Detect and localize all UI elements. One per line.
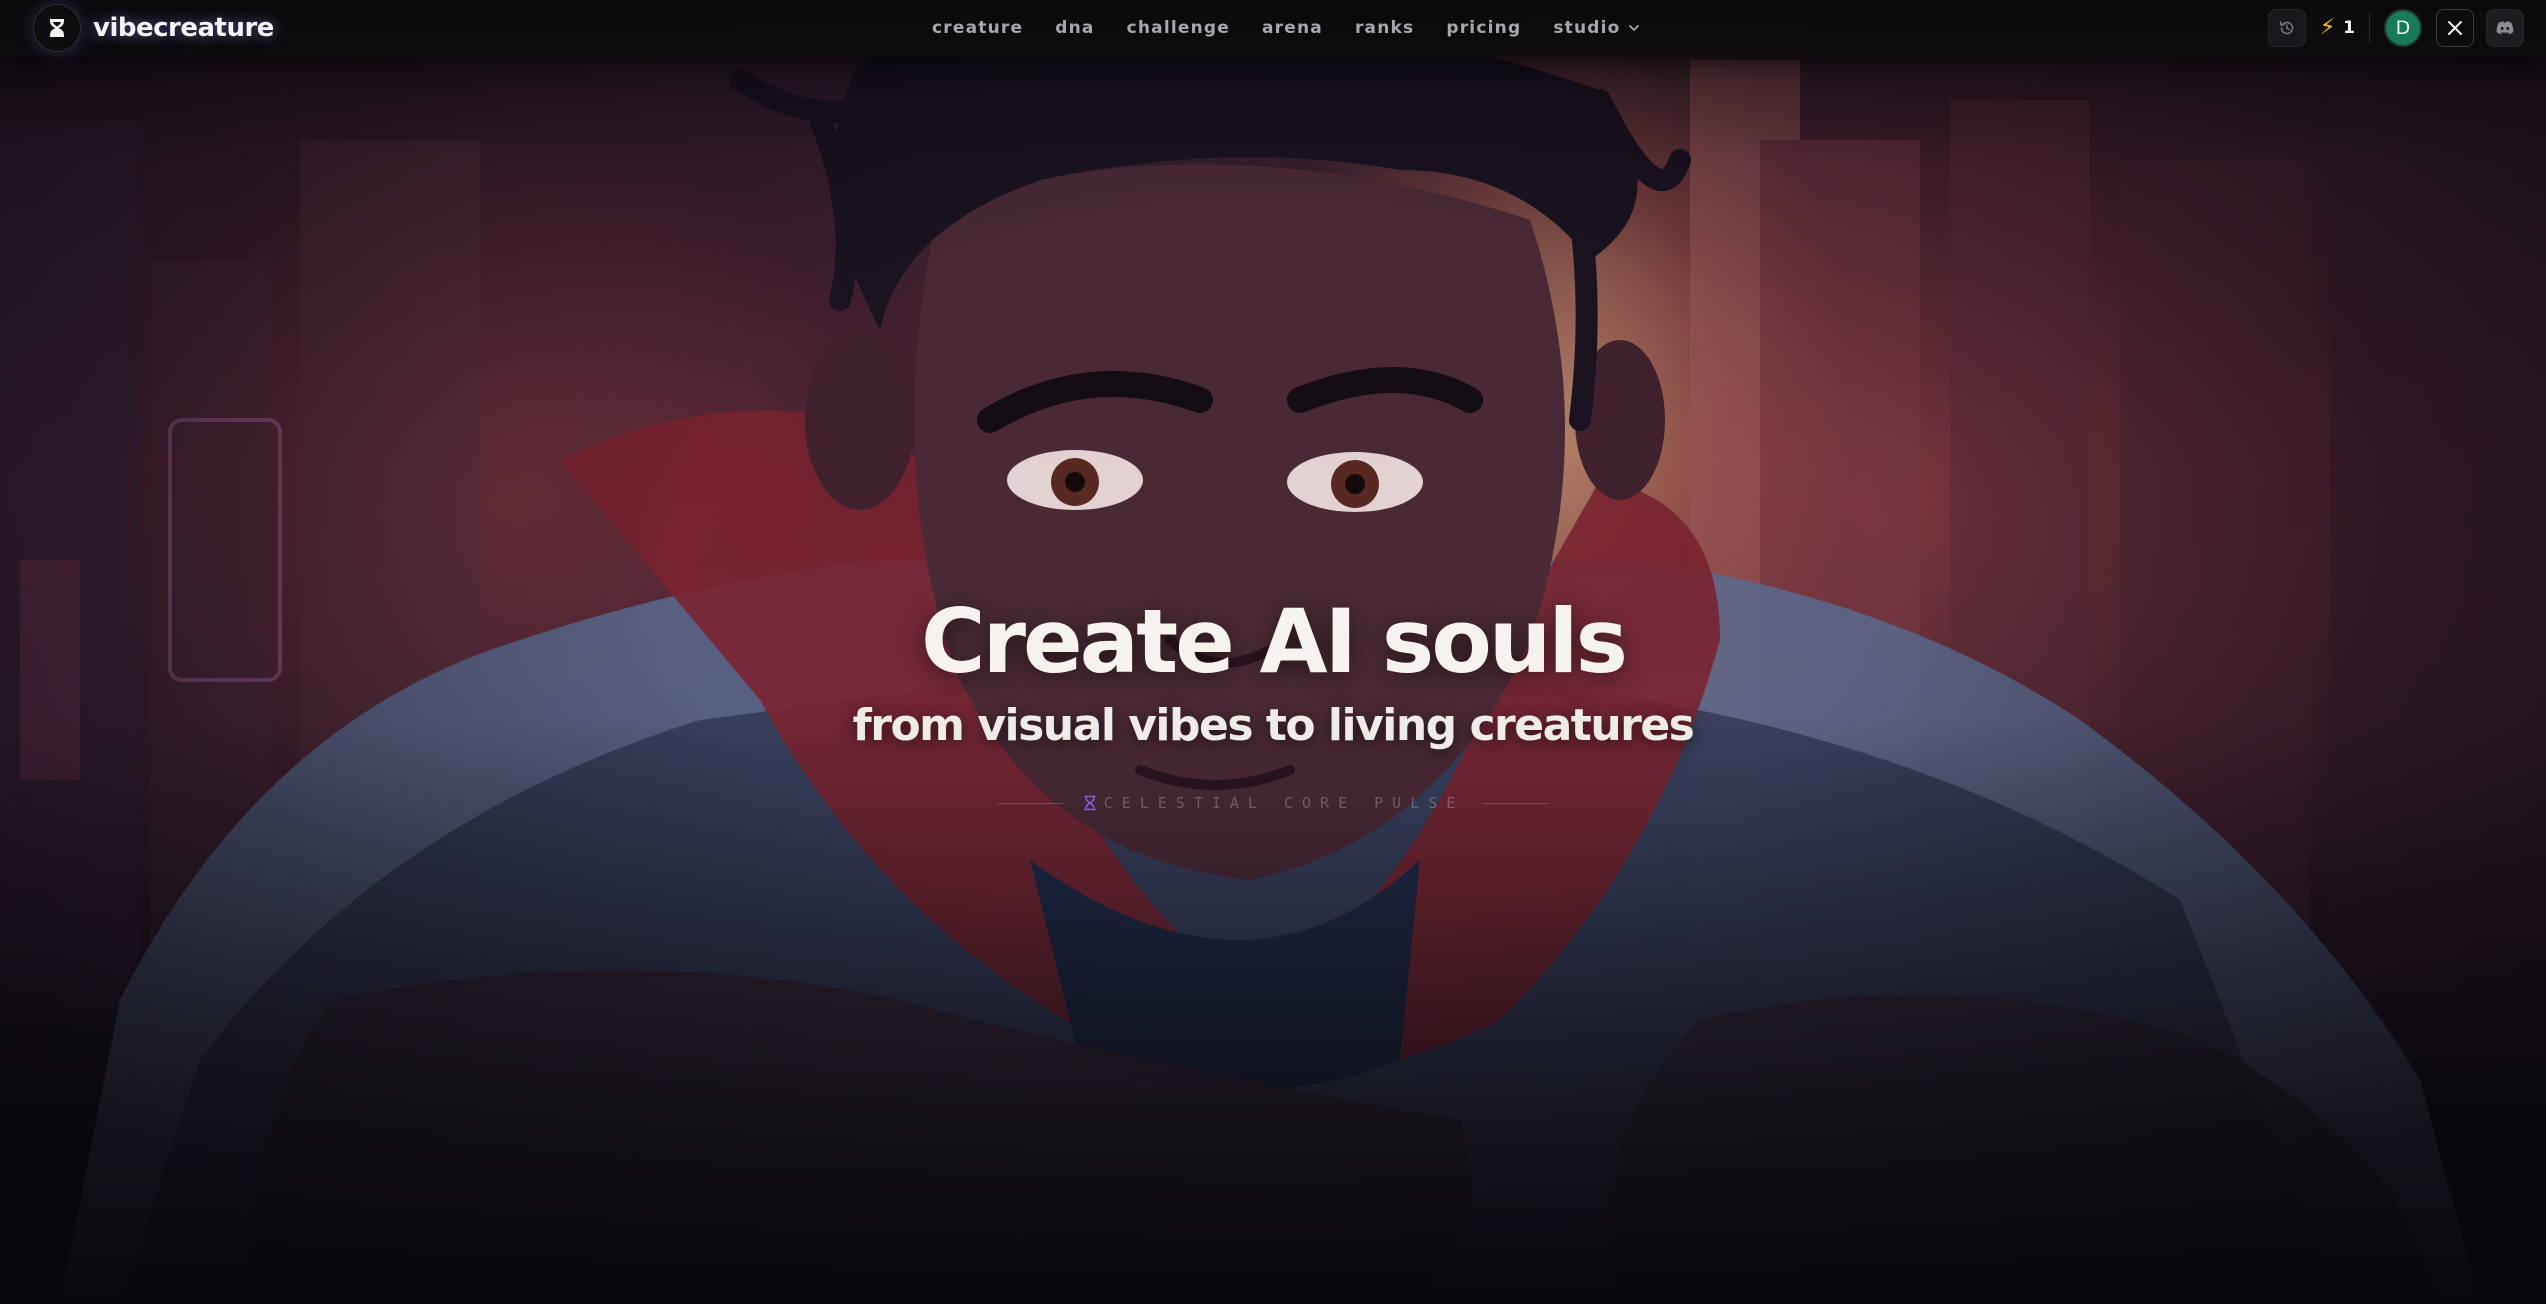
- nav-link-label: studio: [1553, 18, 1621, 38]
- tagline-text: celestial core pulse: [1103, 794, 1465, 812]
- brand-home-link[interactable]: vibecreature: [33, 4, 274, 52]
- top-navbar: vibecreature creature dna challenge aren…: [0, 0, 2546, 56]
- user-avatar[interactable]: D: [2384, 9, 2422, 47]
- hero-subtitle: from visual vibes to living creatures: [852, 700, 1695, 751]
- nav-link-challenge[interactable]: challenge: [1111, 18, 1246, 38]
- tagline-group: celestial core pulse: [1082, 794, 1465, 812]
- hero-tagline: celestial core pulse: [0, 790, 2546, 816]
- nav-link-label: ranks: [1354, 18, 1415, 38]
- chevron-down-icon: [1628, 25, 1639, 31]
- lightning-bolt-icon: ⚡: [2319, 15, 2336, 40]
- nav-link-dna[interactable]: dna: [1039, 18, 1110, 38]
- navbar-actions: ⚡ 1 D: [2267, 8, 2524, 48]
- divider-left: [997, 802, 1064, 804]
- divider-right: [1482, 802, 1549, 804]
- hourglass-icon: [1083, 795, 1096, 811]
- nav-link-creature[interactable]: creature: [916, 18, 1039, 38]
- page: vibecreature creature dna challenge aren…: [0, 0, 2546, 1304]
- nav-dropdown-studio[interactable]: studio: [1537, 18, 1656, 38]
- hero-title: Create AI souls: [921, 590, 1628, 693]
- nav-link-label: pricing: [1446, 18, 1522, 38]
- nav-link-label: creature: [932, 18, 1024, 38]
- history-button[interactable]: [2267, 9, 2306, 47]
- x-social-button[interactable]: [2436, 9, 2474, 47]
- nav-link-label: arena: [1262, 18, 1323, 38]
- hourglass-logo-icon: [33, 4, 81, 52]
- nav-link-arena[interactable]: arena: [1246, 18, 1339, 38]
- nav-link-label: dna: [1055, 18, 1095, 38]
- history-icon: [2279, 21, 2293, 35]
- nav-link-pricing[interactable]: pricing: [1430, 18, 1537, 38]
- main-nav: creature dna challenge arena ranks prici…: [916, 0, 1657, 56]
- credits-indicator[interactable]: ⚡ 1: [2320, 12, 2370, 44]
- discord-button[interactable]: [2486, 9, 2524, 47]
- credits-count: 1: [2343, 18, 2355, 38]
- brand-name: vibecreature: [93, 13, 274, 43]
- nav-link-ranks[interactable]: ranks: [1339, 18, 1430, 38]
- nav-link-label: challenge: [1126, 18, 1230, 38]
- x-social-icon: [2448, 21, 2462, 35]
- discord-icon: [2496, 21, 2514, 35]
